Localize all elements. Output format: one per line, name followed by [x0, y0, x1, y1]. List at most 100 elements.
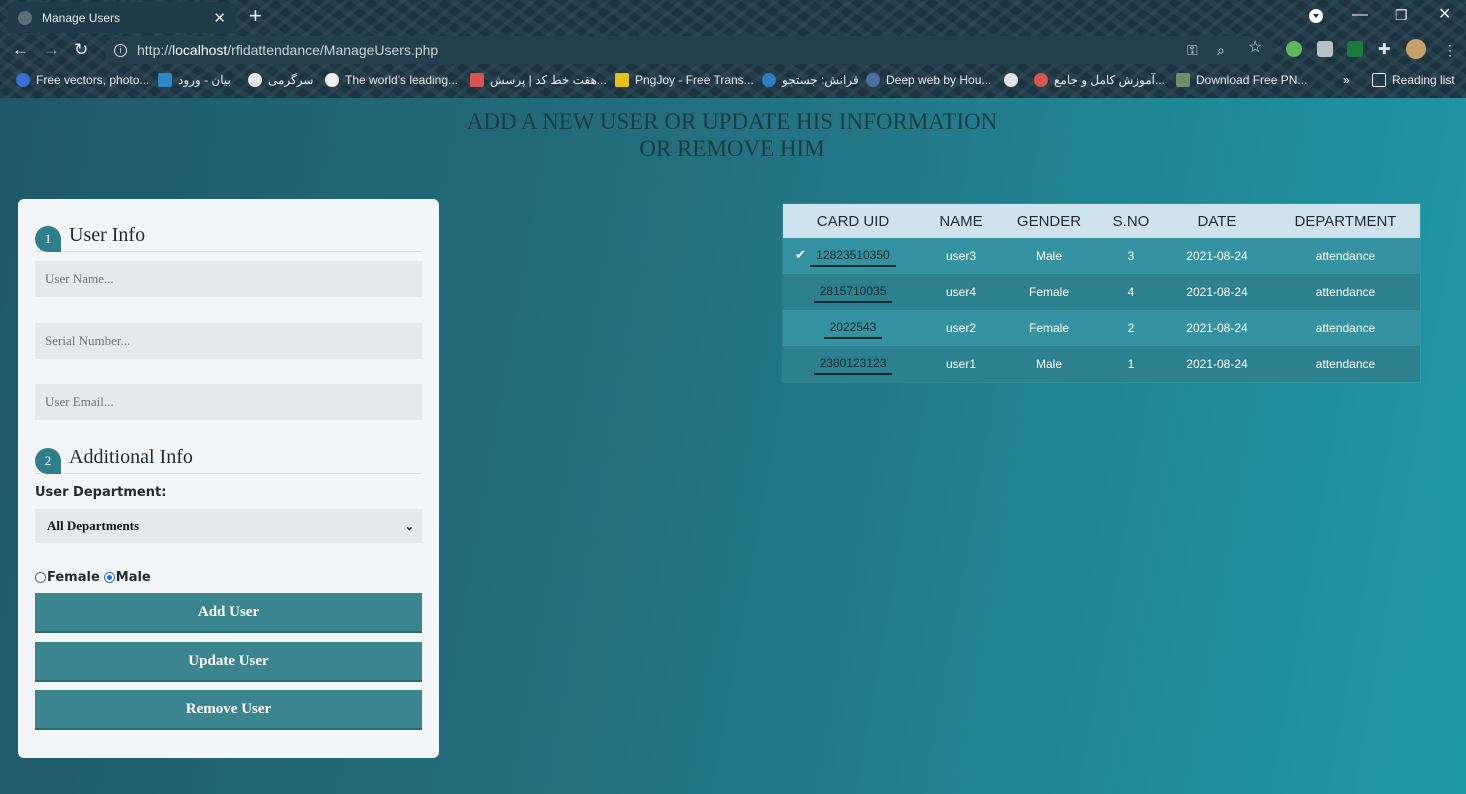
card-uid-cell: ✔ 12823510350 [783, 238, 923, 274]
column-header-card-uid: CARD UID [783, 204, 923, 238]
table-row[interactable]: 2380123123 user1 Male 1 2021-08-24 atten… [783, 346, 1420, 382]
tab-title: Manage Users [42, 10, 121, 25]
column-header-name: NAME [923, 204, 999, 238]
forward-arrow-icon[interactable]: → [43, 39, 60, 61]
female-label: Female [47, 570, 100, 585]
close-window-icon[interactable]: ✕ [1438, 3, 1451, 27]
bookmark-item[interactable]: Deep web by Hou... [866, 73, 991, 87]
card-uid-cell: 2380123123 [783, 346, 923, 382]
key-icon[interactable]: ⚿ [1187, 41, 1198, 59]
new-tab-button[interactable]: + [249, 4, 262, 28]
extension-plane-icon[interactable] [1317, 41, 1333, 57]
browser-chrome: Manage Users ✕ + — ❐ ✕ ← → ↻ i http://lo… [0, 0, 1466, 98]
column-header-department: DEPARTMENT [1271, 204, 1420, 238]
table-row[interactable]: ✔ 12823510350 user3 Male 3 2021-08-24 at… [783, 238, 1420, 274]
user-form-card: 1 User Info 2 Additional Info User Depar… [18, 199, 439, 758]
department-select[interactable]: All Departments ⌄ [35, 509, 422, 543]
extension-excel-icon[interactable] [1347, 41, 1363, 57]
bookmark-item[interactable]: The world's leading... [325, 73, 458, 87]
user-email-input[interactable] [35, 384, 422, 420]
additional-info-section-header: 2 Additional Info [35, 446, 422, 474]
gender-radio-group: Female Male [35, 570, 151, 585]
reload-icon[interactable]: ↻ [74, 39, 88, 61]
restore-icon[interactable]: ❐ [1395, 3, 1408, 27]
bookmark-item[interactable]: هفت خط کد | پرسش... [470, 73, 607, 87]
department-selected-value: All Departments [47, 518, 140, 533]
menu-kebab-icon[interactable]: ⋮ [1443, 41, 1457, 59]
user-name-input[interactable] [35, 261, 422, 297]
name-cell: user4 [923, 274, 999, 310]
browser-tab[interactable]: Manage Users ✕ [8, 2, 236, 33]
serial-number-input[interactable] [35, 323, 422, 359]
table-header-row: CARD UID NAME GENDER S.NO DATE DEPARTMEN… [783, 204, 1420, 238]
bookmark-favicon-icon [1176, 73, 1190, 87]
bookmark-item[interactable]: Free vectors, photo... [16, 73, 149, 87]
globe-icon [248, 73, 262, 87]
bookmark-item[interactable]: آموزش کامل و جامع... [1034, 73, 1165, 87]
back-arrow-icon[interactable]: ← [12, 39, 29, 61]
add-user-button[interactable]: Add User [35, 593, 422, 633]
minimize-icon[interactable]: — [1352, 3, 1368, 27]
bookmark-item[interactable]: بیان - ورود [158, 73, 231, 87]
female-radio[interactable] [35, 572, 46, 583]
sno-cell: 4 [1099, 274, 1163, 310]
card-uid-link[interactable]: 2380123123 [813, 356, 893, 375]
bookmark-star-icon[interactable]: ☆ [1248, 39, 1262, 57]
more-bookmarks-button[interactable]: » [1343, 73, 1350, 87]
bookmark-favicon-icon [615, 73, 629, 87]
name-cell: user3 [923, 238, 999, 274]
users-table: CARD UID NAME GENDER S.NO DATE DEPARTMEN… [783, 204, 1420, 382]
bookmark-item[interactable]: PngJoy - Free Trans... [615, 73, 754, 87]
page-title: ADD A NEW USER OR UPDATE HIS INFORMATION… [430, 108, 1034, 162]
gender-cell: Male [999, 238, 1099, 274]
bookmark-item[interactable]: سرگرمی [248, 73, 313, 87]
update-user-button[interactable]: Update User [35, 642, 422, 682]
bookmark-item[interactable] [1004, 73, 1024, 87]
user-info-section-header: 1 User Info [35, 224, 422, 252]
remove-user-button[interactable]: Remove User [35, 690, 422, 730]
bookmark-favicon-icon [158, 73, 172, 87]
date-cell: 2021-08-24 [1163, 274, 1271, 310]
chevron-down-icon: ⌄ [404, 520, 414, 533]
tab-search-icon[interactable] [1309, 9, 1323, 23]
extension-green-icon[interactable] [1286, 41, 1302, 57]
card-uid-link[interactable]: 2815710035 [813, 284, 893, 303]
close-tab-icon[interactable]: ✕ [213, 9, 226, 27]
bookmark-item[interactable]: قرانش: جستجو [762, 73, 859, 87]
date-cell: 2021-08-24 [1163, 346, 1271, 382]
page-favicon-icon [18, 10, 32, 25]
card-uid-cell: 2022543 [783, 310, 923, 346]
department-cell: attendance [1271, 274, 1420, 310]
bookmark-favicon-icon [866, 73, 880, 87]
browser-toolbar: ← → ↻ i http://localhost/rfidattendance/… [0, 33, 1466, 67]
card-uid-cell: 2815710035 [783, 274, 923, 310]
reading-list-button[interactable]: Reading list [1372, 73, 1455, 87]
department-label: User Department: [35, 485, 167, 500]
department-cell: attendance [1271, 346, 1420, 382]
table-row[interactable]: 2815710035 user4 Female 4 2021-08-24 att… [783, 274, 1420, 310]
page-content: ADD A NEW USER OR UPDATE HIS INFORMATION… [0, 98, 1466, 794]
extensions-puzzle-icon[interactable]: ✚ [1378, 41, 1391, 59]
sno-cell: 3 [1099, 238, 1163, 274]
additional-info-title: Additional Info [69, 446, 193, 468]
github-icon [325, 73, 339, 87]
bookmark-favicon-icon [762, 73, 776, 87]
card-uid-link[interactable]: 2022543 [823, 320, 883, 339]
bookmarks-bar: Free vectors, photo... بیان - ورود سرگرم… [0, 67, 1466, 96]
date-cell: 2021-08-24 [1163, 310, 1271, 346]
gender-cell: Male [999, 346, 1099, 382]
zoom-icon[interactable]: ⌕ [1217, 41, 1225, 59]
profile-avatar-icon[interactable] [1406, 39, 1426, 59]
address-bar[interactable]: i http://localhost/rfidattendance/Manage… [104, 36, 1274, 64]
reading-list-icon [1372, 73, 1386, 87]
site-info-icon[interactable]: i [114, 43, 127, 57]
name-cell: user2 [923, 310, 999, 346]
male-radio[interactable] [103, 572, 115, 583]
url-text: http://localhost/rfidattendance/ManageUs… [137, 42, 439, 58]
column-header-gender: GENDER [999, 204, 1099, 238]
card-uid-link[interactable]: 12823510350 [810, 248, 896, 267]
department-cell: attendance [1271, 238, 1420, 274]
bookmark-item[interactable]: Download Free PN... [1176, 73, 1307, 87]
table-row[interactable]: 2022543 user2 Female 2 2021-08-24 attend… [783, 310, 1420, 346]
page-title-line-1: ADD A NEW USER OR UPDATE HIS INFORMATION [466, 109, 998, 134]
